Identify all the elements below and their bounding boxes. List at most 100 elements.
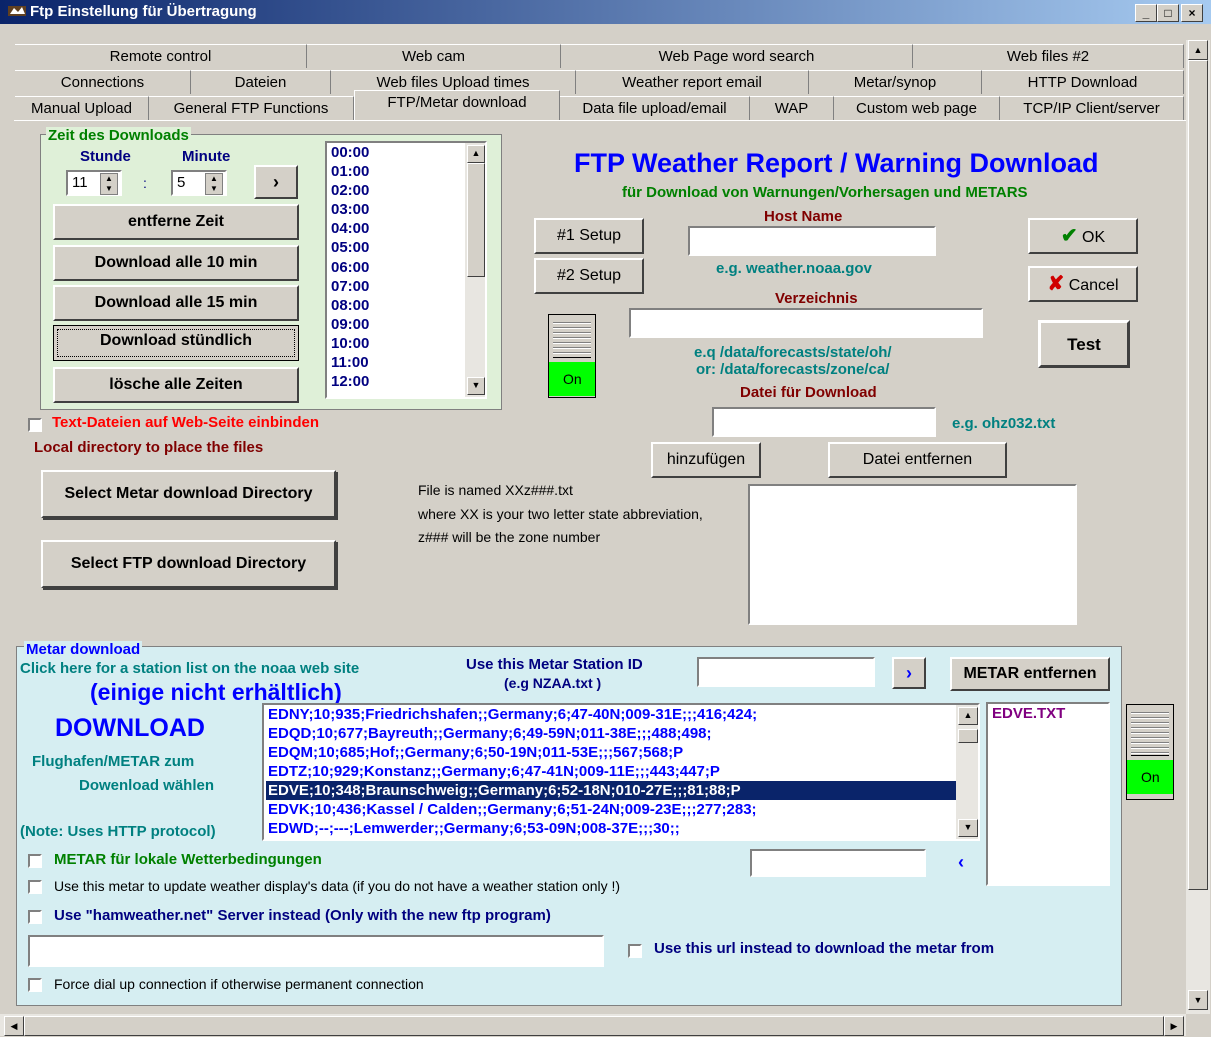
remove-time-button[interactable]: entferne Zeit — [53, 204, 299, 240]
update-display-checkbox[interactable] — [28, 880, 42, 894]
cancel-button[interactable]: ✘ Cancel — [1028, 266, 1138, 302]
tab-web-cam[interactable]: Web cam — [307, 44, 561, 68]
tab-data-file-upload-email[interactable]: Data file upload/email — [560, 96, 750, 120]
station-list-down-icon[interactable]: ▼ — [958, 819, 978, 837]
add-time-button[interactable]: › — [254, 165, 298, 199]
time-list-item[interactable]: 06:00 — [331, 258, 369, 277]
minute-spinner[interactable]: 5 ▲ ▼ — [171, 170, 227, 196]
tab-custom-web-page[interactable]: Custom web page — [834, 96, 1000, 120]
station-list-item[interactable]: EDWD;--;---;Lemwerder;;Germany;6;53-09N;… — [266, 819, 956, 838]
time-list-item[interactable]: 01:00 — [331, 162, 369, 181]
station-list-item[interactable]: EDNY;10;935;Friedrichshafen;;Germany;6;4… — [266, 705, 956, 724]
station-id-input[interactable] — [697, 657, 875, 687]
scroll-right-icon[interactable]: ▶ — [1164, 1016, 1184, 1036]
setup1-button[interactable]: #1 Setup — [534, 218, 644, 254]
horizontal-scrollbar[interactable]: ◀ ▶ — [0, 1014, 1186, 1036]
ftp-heading: FTP Weather Report / Warning Download — [574, 148, 1099, 178]
local-weather-checkbox[interactable] — [28, 854, 42, 868]
time-list-item[interactable]: 08:00 — [331, 296, 369, 315]
maximize-button[interactable]: □ — [1157, 4, 1179, 22]
hour-spinner[interactable]: 11 ▲ ▼ — [66, 170, 122, 196]
scroll-left-icon[interactable]: ◀ — [4, 1016, 24, 1036]
select-metar-dir-button[interactable]: Select Metar download Directory — [41, 470, 336, 518]
time-list-item[interactable]: 09:00 — [331, 315, 369, 334]
hour-updown-icon[interactable]: ▲ ▼ — [100, 173, 118, 195]
select-ftp-dir-button[interactable]: Select FTP download Directory — [41, 540, 336, 588]
ftp-file-list[interactable] — [748, 484, 1077, 625]
textfiles-checkbox[interactable] — [28, 418, 42, 432]
station-list-item[interactable]: EDVK;10;436;Kassel / Calden;;Germany;6;5… — [266, 800, 956, 819]
time-list-scrollbar[interactable]: ▲ ▼ — [465, 143, 485, 397]
minute-updown-icon[interactable]: ▲ ▼ — [205, 173, 223, 195]
tab-wap[interactable]: WAP — [750, 96, 834, 120]
station-list-link[interactable]: Click here for a station list on the noa… — [20, 660, 359, 677]
choose-label-1: Flughafen/METAR zum — [32, 753, 195, 770]
station-list-item[interactable]: EDQM;10;685;Hof;;Germany;6;50-19N;011-53… — [266, 743, 956, 762]
clear-times-button[interactable]: lösche alle Zeiten — [53, 367, 299, 403]
tab-web-page-word-search[interactable]: Web Page word search — [561, 44, 913, 68]
time-list-item[interactable]: 05:00 — [331, 238, 369, 257]
download-every-10-button[interactable]: Download alle 10 min — [53, 245, 299, 281]
time-list-down-icon[interactable]: ▼ — [467, 377, 485, 395]
add-file-button[interactable]: hinzufügen — [651, 442, 761, 478]
url-checkbox[interactable] — [628, 944, 642, 958]
time-list-item[interactable]: 11:00 — [331, 353, 369, 372]
local-weather-input[interactable] — [750, 849, 926, 877]
download-every-15-button[interactable]: Download alle 15 min — [53, 285, 299, 321]
station-list[interactable]: EDNY;10;935;Friedrichshafen;;Germany;6;4… — [262, 703, 980, 841]
time-list[interactable]: 00:00 01:00 02:00 03:00 04:00 05:00 06:00 07:00… — [325, 141, 487, 399]
time-list-item[interactable]: 02:00 — [331, 181, 369, 200]
station-list-scrollbar[interactable]: ▲ ▼ — [956, 705, 978, 839]
time-list-item[interactable]: 00:00 — [331, 143, 369, 162]
station-list-up-icon[interactable]: ▲ — [958, 707, 978, 725]
tab-general-ftp-functions[interactable]: General FTP Functions — [149, 96, 354, 120]
host-input[interactable] — [688, 226, 936, 256]
station-list-item[interactable]: EDQD;10;677;Bayreuth;;Germany;6;49-59N;0… — [266, 724, 956, 743]
download-hourly-button[interactable]: Download stündlich — [53, 325, 299, 361]
hamweather-checkbox[interactable] — [28, 910, 42, 924]
download-label: DOWNLOAD — [55, 714, 205, 742]
time-list-item[interactable]: 07:00 — [331, 277, 369, 296]
time-list-item[interactable]: 03:00 — [331, 200, 369, 219]
time-list-thumb[interactable] — [467, 163, 485, 277]
selected-metar-list[interactable]: EDVE.TXT — [986, 702, 1110, 886]
tab-manual-upload[interactable]: Manual Upload — [15, 96, 149, 120]
time-list-item[interactable]: 12:00 — [331, 372, 369, 391]
add-metar-button[interactable]: › — [892, 657, 926, 689]
selected-metar-item[interactable]: EDVE.TXT — [992, 704, 1065, 724]
back-arrow-button[interactable]: ‹ — [958, 852, 964, 873]
ok-button[interactable]: ✔ OK — [1028, 218, 1138, 254]
scroll-down-icon[interactable]: ▼ — [1188, 990, 1208, 1010]
ftp-toggle-switch[interactable]: On — [548, 314, 596, 398]
scroll-thumb[interactable] — [1188, 60, 1208, 890]
metar-toggle-switch[interactable]: On — [1126, 704, 1174, 800]
tab-remote-control[interactable]: Remote control — [15, 44, 307, 68]
metar-url-input[interactable] — [28, 935, 604, 967]
hscroll-thumb[interactable] — [24, 1016, 1164, 1036]
tab-weather-report-email[interactable]: Weather report email — [576, 70, 809, 94]
dir-input[interactable] — [629, 308, 983, 338]
close-button[interactable]: × — [1181, 4, 1203, 22]
station-list-item[interactable]: EDTZ;10;929;Konstanz;;Germany;6;47-41N;0… — [266, 762, 956, 781]
dialup-checkbox[interactable] — [28, 978, 42, 992]
time-list-up-icon[interactable]: ▲ — [467, 145, 485, 163]
minimize-button[interactable]: _ — [1135, 4, 1157, 22]
tab-metar-synop[interactable]: Metar/synop — [809, 70, 982, 94]
time-list-item[interactable]: 04:00 — [331, 219, 369, 238]
vertical-scrollbar[interactable]: ▲ ▼ — [1186, 40, 1210, 1014]
remove-metar-button[interactable]: METAR entfernen — [950, 657, 1110, 691]
time-list-item[interactable]: 10:00 — [331, 334, 369, 353]
tab-dateien[interactable]: Dateien — [191, 70, 331, 94]
scroll-up-icon[interactable]: ▲ — [1188, 40, 1208, 60]
station-list-thumb[interactable] — [958, 729, 978, 743]
station-list-item[interactable]: EDVE;10;348;Braunschweig;;Germany;6;52-1… — [266, 781, 956, 800]
test-button[interactable]: Test — [1038, 320, 1130, 368]
setup2-button[interactable]: #2 Setup — [534, 258, 644, 294]
remove-file-button[interactable]: Datei entfernen — [828, 442, 1007, 478]
file-input[interactable] — [712, 407, 936, 437]
tab-tcp-ip-client-server[interactable]: TCP/IP Client/server — [1000, 96, 1184, 120]
tab-http-download[interactable]: HTTP Download — [982, 70, 1184, 94]
tab-connections[interactable]: Connections — [15, 70, 191, 94]
tab-web-files-2[interactable]: Web files #2 — [913, 44, 1184, 68]
tab-ftp-metar-download[interactable]: FTP/Metar download — [354, 90, 560, 120]
